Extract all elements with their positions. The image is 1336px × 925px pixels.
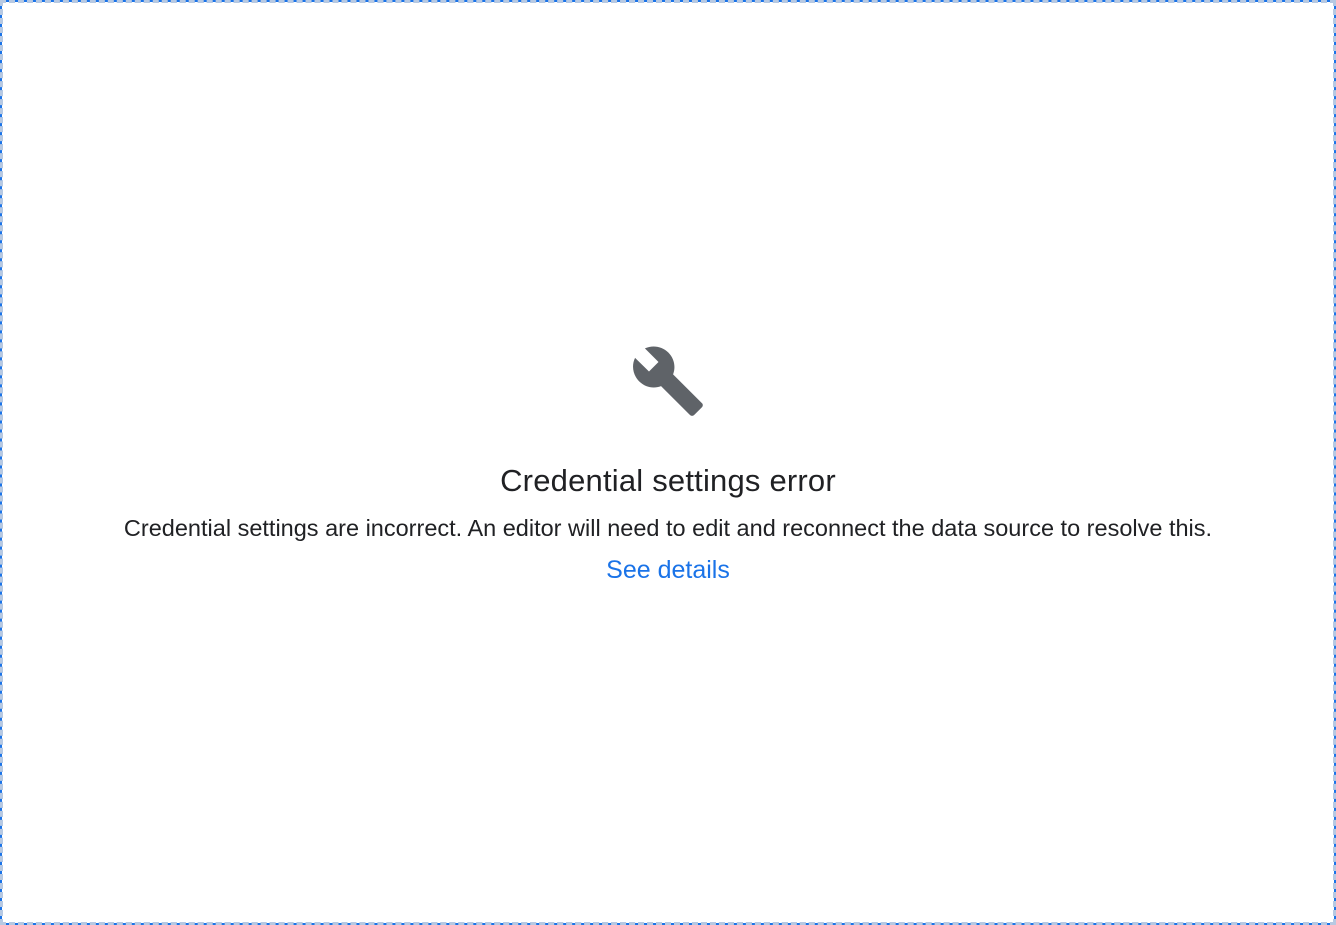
error-panel: Credential settings error Credential set… <box>3 343 1333 585</box>
see-details-link[interactable]: See details <box>606 555 730 585</box>
error-title: Credential settings error <box>500 463 836 498</box>
wrench-icon <box>630 343 706 419</box>
component-frame: Credential settings error Credential set… <box>0 0 1336 925</box>
error-message: Credential settings are incorrect. An ed… <box>123 515 1213 541</box>
